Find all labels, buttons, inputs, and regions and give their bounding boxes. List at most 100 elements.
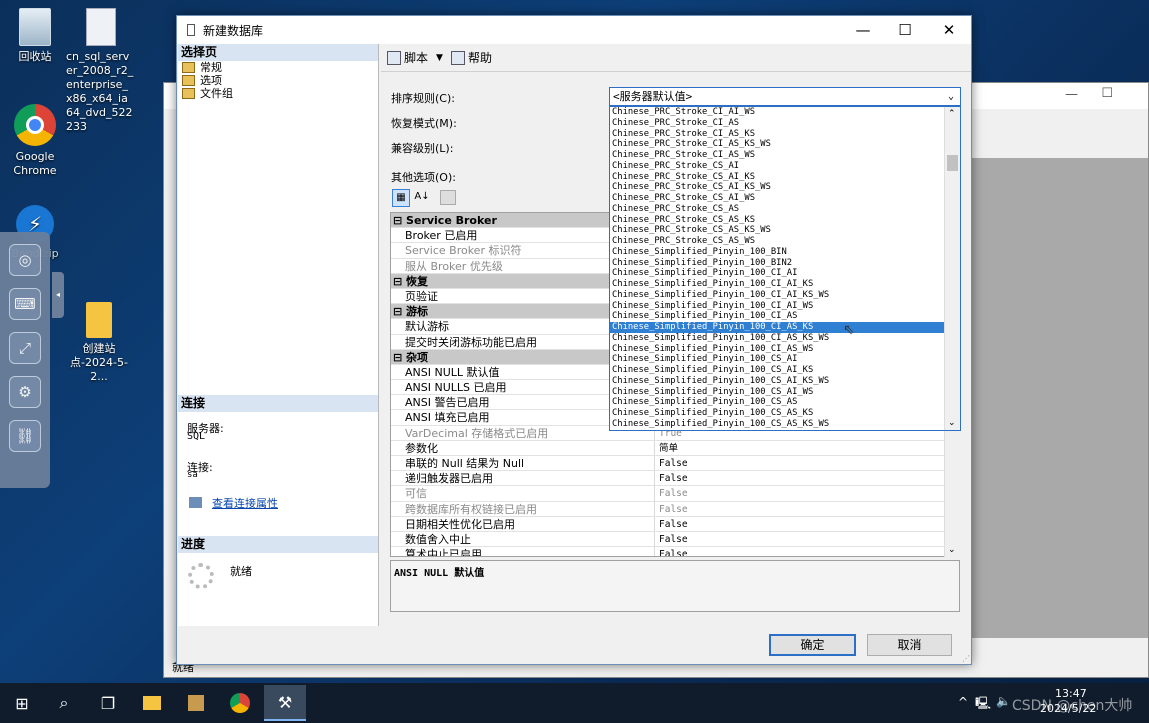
search-icon[interactable]: ⌕: [46, 687, 82, 719]
folder-label: 创建站点-2024-5-2...: [70, 342, 128, 383]
collapse-icon[interactable]: ⊟: [393, 305, 406, 318]
property-pages-icon[interactable]: [440, 190, 456, 205]
collation-option[interactable]: Chinese_PRC_Stroke_CI_AS_KS_WS: [610, 139, 944, 150]
windows-start-icon[interactable]: ⊞: [4, 687, 40, 719]
property-value[interactable]: False: [655, 532, 959, 546]
help-button[interactable]: 帮助: [450, 49, 492, 66]
property-value[interactable]: 简单: [655, 441, 959, 455]
network-icon[interactable]: 🖳: [975, 694, 991, 715]
property-value[interactable]: False: [655, 456, 959, 470]
collation-option[interactable]: Chinese_Simplified_Pinyin_100_CS_AI_WS: [610, 387, 944, 398]
collation-option[interactable]: Chinese_Simplified_Pinyin_100_CI_AI: [610, 268, 944, 279]
page-filegroups[interactable]: 文件组: [178, 87, 378, 100]
chrome-shortcut[interactable]: Google Chrome: [0, 104, 70, 178]
iso-file-shortcut[interactable]: cn_sql_server_2008_r2_enterprise_x86_x64…: [66, 8, 136, 134]
collation-option[interactable]: Chinese_Simplified_Pinyin_100_BIN: [610, 247, 944, 258]
collation-option[interactable]: Chinese_PRC_Stroke_CS_AI_KS: [610, 172, 944, 183]
chevron-down-icon[interactable]: ⌄: [944, 88, 958, 105]
bg-minimize-button[interactable]: —: [1065, 87, 1078, 102]
collation-dropdown-scrollbar[interactable]: ⌃ ⌄: [944, 107, 960, 430]
collation-combobox[interactable]: <服务器默认值> ⌄: [609, 87, 961, 106]
ok-button[interactable]: 确定: [769, 634, 856, 656]
keyboard-icon[interactable]: ⌨: [9, 288, 41, 320]
page-filegroups-label: 文件组: [200, 87, 233, 100]
property-row[interactable]: 串联的 Null 结果为 Null False: [391, 456, 959, 472]
property-key: 数值舍入中止: [391, 531, 655, 547]
package-icon[interactable]: [178, 687, 214, 719]
ssms-taskbar-icon[interactable]: ⚒: [264, 685, 306, 721]
script-dropdown-arrow[interactable]: ▼: [436, 53, 443, 63]
tray-chevron-icon[interactable]: ^: [958, 695, 968, 709]
collation-option[interactable]: Chinese_Simplified_Pinyin_100_BIN2: [610, 258, 944, 269]
collation-option[interactable]: Chinese_Simplified_Pinyin_100_CI_AI_KS: [610, 279, 944, 290]
server-value: SQL: [187, 431, 206, 442]
resize-grip-icon[interactable]: ⋰: [962, 654, 970, 663]
gear-icon[interactable]: ⚙: [9, 376, 41, 408]
property-row[interactable]: 递归触发器已启用 False: [391, 471, 959, 487]
disc-icon[interactable]: ◎: [9, 244, 41, 276]
collation-option[interactable]: Chinese_Simplified_Pinyin_100_CI_AS_KS_W…: [610, 333, 944, 344]
property-value[interactable]: False: [655, 486, 959, 500]
volume-icon[interactable]: 🔈: [996, 694, 1011, 708]
collation-option[interactable]: Chinese_Simplified_Pinyin_100_CI_AS_KS: [610, 322, 944, 333]
collation-option[interactable]: Chinese_PRC_Stroke_CS_AS: [610, 204, 944, 215]
scroll-down-arrow-icon[interactable]: ⌄: [948, 418, 956, 428]
collation-option[interactable]: Chinese_PRC_Stroke_CS_AI_KS_WS: [610, 182, 944, 193]
chrome-taskbar-icon[interactable]: [222, 687, 258, 719]
property-row[interactable]: 跨数据库所有权链接已启用 False: [391, 501, 959, 517]
property-value[interactable]: False: [655, 517, 959, 531]
collation-option[interactable]: Chinese_Simplified_Pinyin_100_CS_AI_KS: [610, 365, 944, 376]
property-row[interactable]: 参数化 简单: [391, 440, 959, 456]
collation-option[interactable]: Chinese_PRC_Stroke_CI_AI_WS: [610, 107, 944, 118]
collation-option[interactable]: Chinese_Simplified_Pinyin_100_CI_AI_KS_W…: [610, 290, 944, 301]
collation-option[interactable]: Chinese_PRC_Stroke_CS_AS_KS: [610, 215, 944, 226]
disconnect-icon[interactable]: ⛓: [9, 420, 41, 452]
scroll-down-arrow-icon[interactable]: ⌄: [948, 545, 956, 555]
collation-option[interactable]: Chinese_Simplified_Pinyin_100_CI_AS_WS: [610, 344, 944, 355]
collation-option[interactable]: Chinese_PRC_Stroke_CI_AS_KS: [610, 129, 944, 140]
sort-alphabetical-icon[interactable]: A↓: [413, 189, 431, 207]
property-row[interactable]: 可信 False: [391, 486, 959, 502]
page-options[interactable]: 选项: [178, 74, 378, 87]
property-row[interactable]: 数值舍入中止 False: [391, 531, 959, 548]
close-button[interactable]: ✕: [927, 16, 971, 44]
property-value[interactable]: False: [655, 471, 959, 485]
scroll-thumb[interactable]: [947, 155, 958, 171]
cancel-button[interactable]: 取消: [867, 634, 952, 656]
collapse-icon[interactable]: ⊟: [393, 351, 406, 364]
collation-option[interactable]: Chinese_PRC_Stroke_CI_AS_WS: [610, 150, 944, 161]
page-general[interactable]: 常规: [178, 61, 378, 74]
minimize-button[interactable]: —: [841, 16, 885, 44]
collation-option[interactable]: Chinese_Simplified_Pinyin_100_CS_AI: [610, 354, 944, 365]
collation-option[interactable]: Chinese_Simplified_Pinyin_100_CS_AI_KS_W…: [610, 376, 944, 387]
collation-option[interactable]: Chinese_PRC_Stroke_CI_AS: [610, 118, 944, 129]
collation-option[interactable]: Chinese_Simplified_Pinyin_100_CI_AS: [610, 311, 944, 322]
folder-shortcut[interactable]: 创建站点-2024-5-2...: [64, 302, 134, 384]
collation-option[interactable]: Chinese_PRC_Stroke_CS_AI: [610, 161, 944, 172]
collapse-icon[interactable]: ⊟: [393, 214, 406, 227]
task-view-icon[interactable]: ❐: [90, 687, 126, 719]
recycle-bin-shortcut[interactable]: 回收站: [0, 8, 70, 64]
collation-option[interactable]: Chinese_Simplified_Pinyin_100_CS_AS_KS: [610, 408, 944, 419]
property-value[interactable]: False: [655, 547, 959, 556]
view-connection-properties-link[interactable]: 查看连接属性: [212, 495, 278, 511]
side-toolbar-toggle[interactable]: ◂: [52, 272, 64, 318]
collapse-icon[interactable]: ⊟: [393, 275, 406, 288]
categorized-view-icon[interactable]: ▦: [392, 189, 410, 207]
maximize-button[interactable]: ☐: [883, 16, 927, 44]
property-row[interactable]: 日期相关性优化已启用 False: [391, 516, 959, 532]
file-explorer-icon[interactable]: [134, 687, 170, 719]
collation-option[interactable]: Chinese_Simplified_Pinyin_100_CS_AS_KS_W…: [610, 419, 944, 430]
script-button[interactable]: 脚本: [387, 49, 428, 66]
property-value[interactable]: False: [655, 502, 959, 516]
collation-option[interactable]: Chinese_Simplified_Pinyin_100_CS_AS: [610, 397, 944, 408]
collation-option[interactable]: Chinese_PRC_Stroke_CS_AI_WS: [610, 193, 944, 204]
collation-option[interactable]: Chinese_Simplified_Pinyin_100_CI_AI_WS: [610, 301, 944, 312]
fullscreen-icon[interactable]: ⤢: [9, 332, 41, 364]
collation-option[interactable]: Chinese_PRC_Stroke_CS_AS_WS: [610, 236, 944, 247]
collation-option[interactable]: Chinese_PRC_Stroke_CS_AS_KS_WS: [610, 225, 944, 236]
page-icon: [182, 62, 195, 73]
property-row[interactable]: 算术中止已启用 False: [391, 547, 959, 556]
bg-maximize-button[interactable]: ☐: [1101, 86, 1113, 101]
scroll-up-arrow-icon[interactable]: ⌃: [948, 109, 956, 119]
